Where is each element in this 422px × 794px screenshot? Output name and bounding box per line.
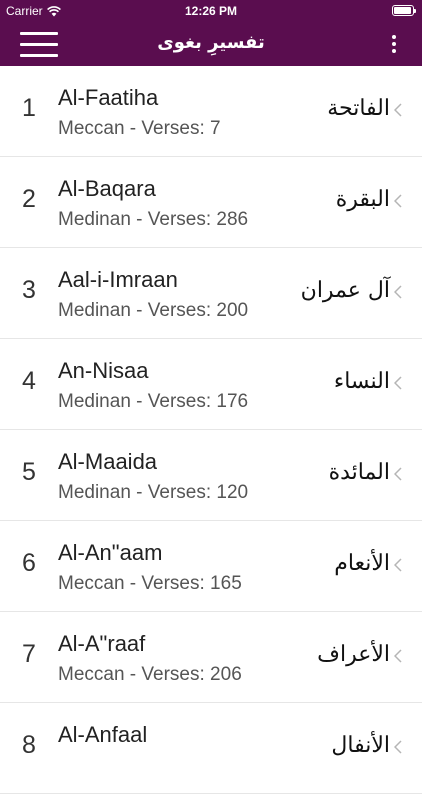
surah-arabic-name: آل عمران bbox=[300, 278, 390, 303]
surah-name: Al-An"aam bbox=[58, 540, 163, 565]
surah-number: 2 bbox=[22, 185, 36, 213]
surah-row[interactable]: 2 Al-Baqara Medinan - Verses: 286 البقرة bbox=[0, 157, 422, 248]
chevron-left-icon bbox=[394, 740, 402, 754]
chevron-left-icon bbox=[394, 649, 402, 663]
surah-arabic-name: الفاتحة bbox=[327, 96, 390, 121]
surah-number: 4 bbox=[22, 367, 36, 395]
chevron-left-icon bbox=[394, 467, 402, 481]
chevron-left-icon bbox=[394, 558, 402, 572]
surah-arabic-name: البقرة bbox=[335, 187, 390, 212]
surah-name: Al-Faatiha bbox=[58, 85, 159, 110]
surah-row[interactable]: 4 An-Nisaa Medinan - Verses: 176 النساء bbox=[0, 339, 422, 430]
more-options-button[interactable] bbox=[388, 33, 400, 55]
surah-subtitle: Meccan - Verses: 165 bbox=[58, 573, 242, 594]
battery-level-fill bbox=[394, 7, 412, 14]
more-vertical-icon bbox=[392, 49, 396, 53]
hamburger-menu-icon bbox=[20, 54, 58, 57]
surah-arabic-name: النساء bbox=[333, 369, 390, 394]
surah-subtitle: Meccan - Verses: 7 bbox=[58, 118, 221, 139]
more-vertical-icon bbox=[392, 42, 396, 46]
menu-button[interactable] bbox=[20, 30, 58, 58]
more-vertical-icon bbox=[392, 35, 396, 39]
surah-row[interactable]: 5 Al-Maaida Medinan - Verses: 120 المائد… bbox=[0, 430, 422, 521]
surah-name: Aal-i-Imraan bbox=[58, 267, 178, 292]
surah-row[interactable]: 7 Al-A"raaf Meccan - Verses: 206 الأعراف bbox=[0, 612, 422, 703]
hamburger-menu-icon bbox=[20, 32, 58, 35]
surah-number: 1 bbox=[22, 94, 36, 122]
surah-subtitle: Medinan - Verses: 176 bbox=[58, 391, 249, 412]
surah-subtitle: Medinan - Verses: 286 bbox=[58, 209, 249, 230]
chevron-left-icon bbox=[394, 103, 402, 117]
surah-name: Al-Anfaal bbox=[58, 722, 148, 747]
surah-row[interactable]: 1 Al-Faatiha Meccan - Verses: 7 الفاتحة bbox=[0, 66, 422, 157]
surah-number: 3 bbox=[22, 276, 36, 304]
surah-row[interactable]: 6 Al-An"aam Meccan - Verses: 165 الأنعام bbox=[0, 521, 422, 612]
surah-name: Al-Maaida bbox=[58, 449, 158, 474]
page-title: تفسیرِ بغوی bbox=[157, 32, 265, 53]
surah-subtitle: Meccan - Verses: 206 bbox=[58, 664, 242, 685]
surah-arabic-name: الأنعام bbox=[334, 551, 390, 576]
surah-number: 6 bbox=[22, 549, 36, 577]
navigation-bar: تفسیرِ بغوی bbox=[0, 22, 422, 66]
surah-arabic-name: الأعراف bbox=[317, 642, 390, 667]
surah-list: 1 Al-Faatiha Meccan - Verses: 7 الفاتحة … bbox=[0, 66, 422, 794]
surah-name: An-Nisaa bbox=[58, 358, 149, 383]
chevron-left-icon bbox=[394, 194, 402, 208]
surah-name: Al-Baqara bbox=[58, 176, 156, 201]
surah-arabic-name: المائدة bbox=[328, 460, 390, 485]
battery-icon bbox=[392, 5, 416, 16]
surah-arabic-name: الأنفال bbox=[331, 733, 390, 758]
surah-number: 8 bbox=[22, 731, 36, 759]
surah-number: 7 bbox=[22, 640, 36, 668]
surah-subtitle: Medinan - Verses: 200 bbox=[58, 300, 249, 321]
chevron-left-icon bbox=[394, 376, 402, 390]
surah-number: 5 bbox=[22, 458, 36, 486]
status-time: 12:26 PM bbox=[184, 4, 238, 18]
surah-row[interactable]: 8 Al-Anfaal الأنفال bbox=[0, 703, 422, 794]
chevron-left-icon bbox=[394, 285, 402, 299]
surah-row[interactable]: 3 Aal-i-Imraan Medinan - Verses: 200 آل … bbox=[0, 248, 422, 339]
surah-name: Al-A"raaf bbox=[58, 631, 146, 656]
surah-subtitle: Medinan - Verses: 120 bbox=[58, 482, 249, 503]
hamburger-menu-icon bbox=[20, 43, 58, 46]
status-bar: Carrier 12:26 PM bbox=[0, 0, 422, 22]
